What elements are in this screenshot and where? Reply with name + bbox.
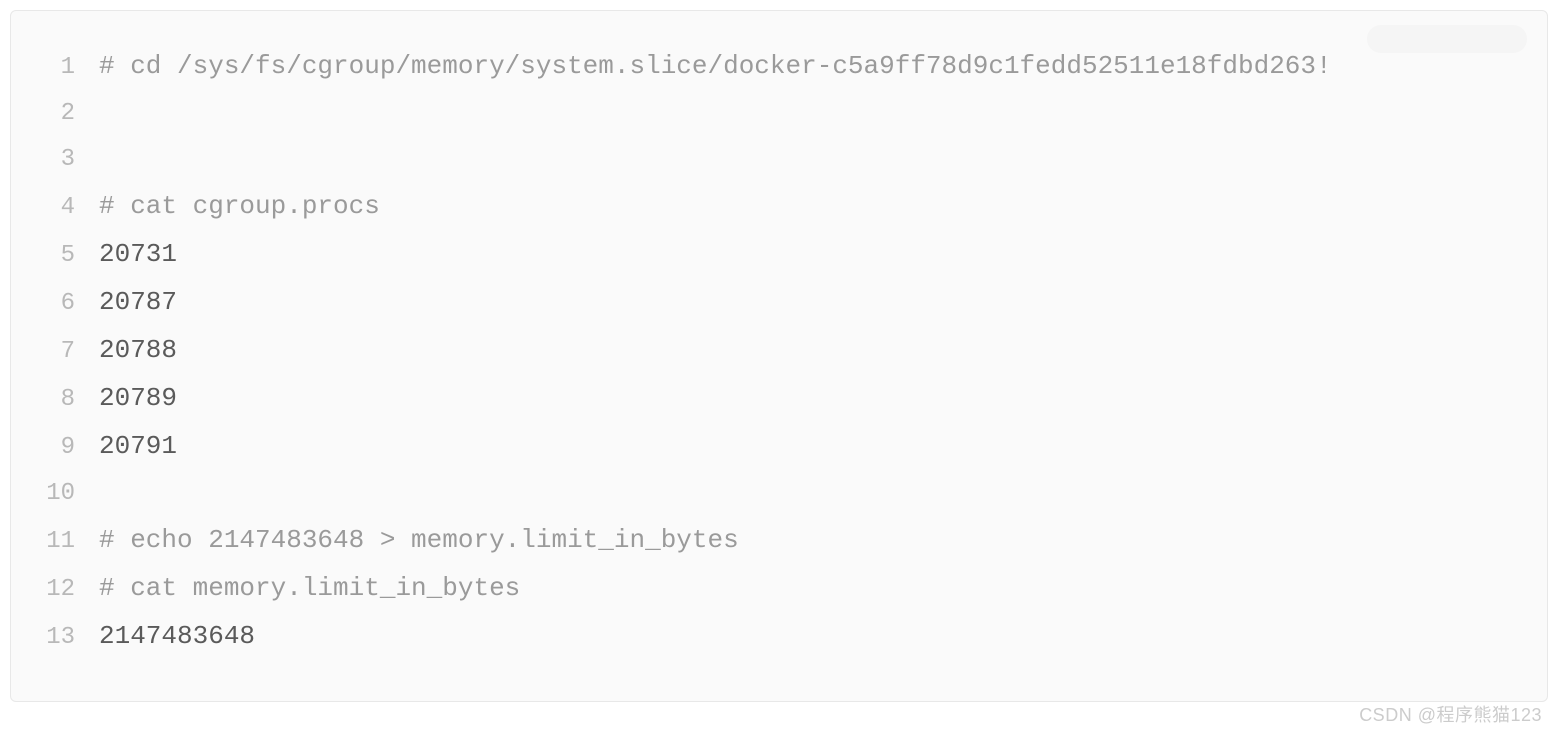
copy-button[interactable]	[1367, 25, 1527, 53]
line-number: 11	[35, 519, 75, 565]
code-line: 10	[35, 471, 1523, 517]
line-number: 2	[35, 91, 75, 137]
line-content: 20787	[75, 279, 1523, 325]
code-line: 3	[35, 137, 1523, 183]
code-line: 9 20791	[35, 423, 1523, 471]
line-number: 1	[35, 45, 75, 91]
line-number: 12	[35, 567, 75, 613]
line-content: # cat cgroup.procs	[75, 183, 1523, 229]
line-number: 9	[35, 425, 75, 471]
code-line: 8 20789	[35, 375, 1523, 423]
line-number: 8	[35, 377, 75, 423]
line-number: 13	[35, 615, 75, 661]
code-lines: 1 # cd /sys/fs/cgroup/memory/system.slic…	[35, 43, 1523, 661]
code-line: 11 # echo 2147483648 > memory.limit_in_b…	[35, 517, 1523, 565]
code-line: 5 20731	[35, 231, 1523, 279]
code-block-container: 1 # cd /sys/fs/cgroup/memory/system.slic…	[10, 10, 1548, 702]
line-content: 20731	[75, 231, 1523, 277]
line-number: 5	[35, 233, 75, 279]
code-line: 4 # cat cgroup.procs	[35, 183, 1523, 231]
code-line: 1 # cd /sys/fs/cgroup/memory/system.slic…	[35, 43, 1523, 91]
code-line: 7 20788	[35, 327, 1523, 375]
code-line: 6 20787	[35, 279, 1523, 327]
line-number: 4	[35, 185, 75, 231]
line-content: 20788	[75, 327, 1523, 373]
line-content: # cd /sys/fs/cgroup/memory/system.slice/…	[75, 43, 1523, 89]
code-line: 2	[35, 91, 1523, 137]
line-number: 3	[35, 137, 75, 183]
line-content: # echo 2147483648 > memory.limit_in_byte…	[75, 517, 1523, 563]
line-number: 7	[35, 329, 75, 375]
line-content: 20791	[75, 423, 1523, 469]
line-number: 6	[35, 281, 75, 327]
line-number: 10	[35, 471, 75, 517]
line-content: 2147483648	[75, 613, 1523, 659]
line-content: # cat memory.limit_in_bytes	[75, 565, 1523, 611]
code-line: 13 2147483648	[35, 613, 1523, 661]
code-line: 12 # cat memory.limit_in_bytes	[35, 565, 1523, 613]
watermark-text: CSDN @程序熊猫123	[1359, 701, 1542, 727]
line-content: 20789	[75, 375, 1523, 421]
